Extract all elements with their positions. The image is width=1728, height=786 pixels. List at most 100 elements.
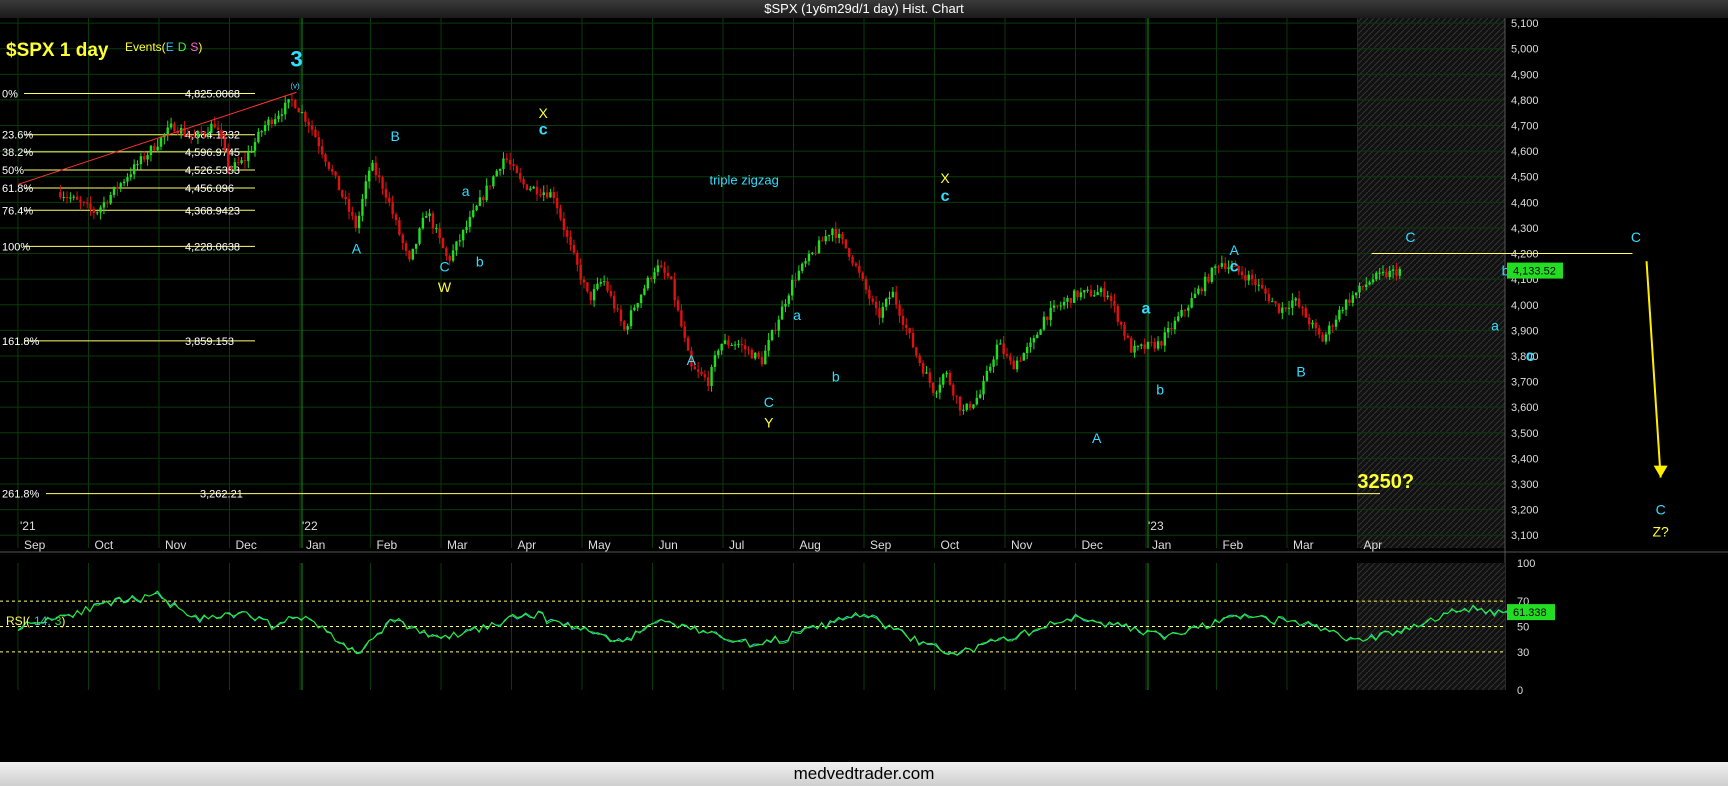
- candle-body: [1200, 288, 1203, 292]
- fib-pct-label: 161.8%: [2, 336, 40, 348]
- candle-body: [992, 359, 995, 367]
- candle-body: [1029, 342, 1032, 347]
- last-price-text: 4,133.52: [1513, 266, 1556, 278]
- candle-body: [801, 263, 804, 271]
- x-tick-label: Jun: [659, 538, 678, 552]
- fib-pct-label: 38.2%: [2, 147, 33, 159]
- candle-body: [337, 175, 341, 191]
- candle-body: [834, 228, 837, 238]
- candle-body: [764, 350, 767, 365]
- candle-body: [85, 202, 89, 204]
- candle-body: [868, 289, 871, 299]
- candle-body: [1083, 290, 1086, 293]
- candle-body: [414, 243, 418, 249]
- candle-body: [817, 240, 821, 254]
- candle-body: [717, 350, 720, 356]
- candle-body: [1052, 305, 1056, 308]
- rsi-title-suffix: ): [61, 614, 65, 628]
- candle-body: [451, 250, 455, 261]
- candle-body: [1284, 307, 1287, 309]
- candle-body: [770, 330, 774, 340]
- fib-value-label: 4,596.9745: [185, 147, 240, 159]
- fib-pct-label: 261.8%: [2, 489, 40, 501]
- candle-body: [649, 277, 653, 280]
- fib-pct-label: 0%: [2, 89, 18, 101]
- candle-body: [646, 277, 649, 289]
- candle-body: [760, 357, 764, 365]
- candle-body: [794, 279, 797, 281]
- candle-body: [277, 115, 280, 120]
- candle-body: [1119, 321, 1123, 325]
- wave-label: C: [1631, 229, 1641, 245]
- candle-body: [230, 167, 233, 170]
- candle-body: [670, 276, 673, 280]
- rsi-title-prefix: RSI(: [6, 614, 30, 628]
- y-tick-label: 4,500: [1511, 172, 1539, 184]
- wave-label: a: [1491, 317, 1499, 333]
- candle-body: [143, 156, 146, 160]
- candle-body: [639, 294, 643, 304]
- candle-body: [92, 208, 96, 213]
- candle-body: [210, 123, 213, 133]
- candle-body: [505, 158, 508, 160]
- candle-body: [754, 352, 757, 359]
- candle-body: [1079, 292, 1083, 298]
- candle-body: [384, 188, 388, 198]
- candle-body: [1106, 295, 1109, 297]
- chart-area[interactable]: 5,100 5,000 4,900 4,800 4,700 4,600 4,500 4,400…: [0, 18, 1728, 762]
- candle-body: [945, 372, 948, 375]
- y-tick-label: 4,300: [1511, 223, 1539, 235]
- candle-body: [270, 119, 273, 124]
- candle-body: [374, 162, 378, 176]
- x-tick-label: Nov: [165, 538, 186, 552]
- candle-body: [1294, 298, 1297, 301]
- events-prefix: Events(: [125, 40, 166, 54]
- candle-body: [1247, 274, 1250, 281]
- candle-body: [606, 281, 609, 291]
- candle-body: [290, 99, 294, 101]
- wave-label: Y: [764, 415, 774, 431]
- candle-body: [750, 349, 754, 359]
- candle-body: [978, 394, 982, 398]
- candle-body: [1150, 341, 1153, 343]
- candle-body: [1126, 335, 1130, 338]
- candle-body: [438, 228, 441, 239]
- candle-body: [223, 138, 226, 150]
- candle-body: [1062, 301, 1066, 306]
- candle-body: [341, 190, 344, 197]
- candle-body: [1307, 317, 1311, 325]
- candle-body: [1264, 288, 1267, 294]
- candle-body: [861, 272, 864, 279]
- candle-body: [59, 192, 62, 198]
- events-suffix: ): [198, 40, 202, 54]
- y-tick-label: 3,700: [1511, 377, 1539, 389]
- wave-label: c: [941, 188, 950, 205]
- candle-body: [1354, 292, 1358, 296]
- events-indicator[interactable]: Events(E D S): [125, 40, 202, 54]
- candle-body: [854, 263, 858, 266]
- candle-body: [1156, 341, 1160, 349]
- candle-body: [69, 197, 72, 199]
- candle-body: [1116, 305, 1119, 322]
- candle-body: [300, 112, 304, 114]
- candle-body: [1103, 288, 1106, 297]
- candle-body: [707, 377, 710, 386]
- candle-body: [327, 161, 331, 169]
- candle-body: [502, 158, 505, 170]
- candle-body: [1287, 307, 1291, 309]
- candle-body: [915, 347, 918, 356]
- candle-body: [1025, 346, 1029, 354]
- candle-body: [592, 289, 596, 301]
- candle-body: [257, 131, 260, 143]
- y-tick-label: 4,200: [1511, 249, 1539, 261]
- candle-body: [146, 155, 149, 160]
- y-tick-label: 3,600: [1511, 402, 1539, 414]
- candle-body: [1170, 327, 1173, 330]
- candle-body: [804, 261, 807, 264]
- candle-body: [1297, 298, 1301, 307]
- x-tick-label: Sep: [870, 538, 892, 552]
- x-tick-label: Oct: [941, 538, 960, 552]
- candle-body: [72, 196, 75, 198]
- events-flag-d: D: [178, 40, 187, 54]
- candle-body: [864, 278, 868, 290]
